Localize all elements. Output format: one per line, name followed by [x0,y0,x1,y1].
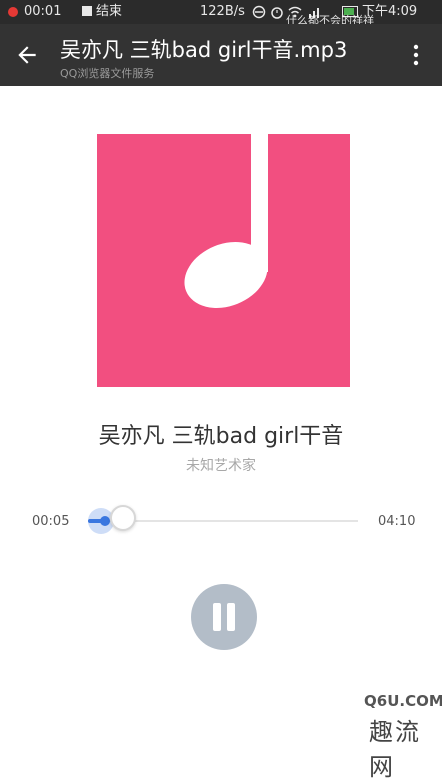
status-net-speed: 122B/s [200,4,245,19]
seek-handle[interactable] [110,505,136,531]
total-time: 04:10 [378,514,416,529]
pause-button[interactable] [191,584,257,650]
file-source: QQ浏览器文件服务 [60,67,155,80]
status-time: 00:01 [24,4,62,19]
more-vertical-icon[interactable] [410,42,422,68]
current-time: 00:05 [32,514,70,529]
artist-name: 未知艺术家 [186,458,256,474]
status-end-label: 结束 [96,4,123,19]
alarm-icon [271,7,283,19]
watermark-domain: Q6U.COM [364,692,442,710]
file-title: 吴亦凡 三轨bad girl干音.mp3 [60,38,348,62]
app-toolbar: 吴亦凡 三轨bad girl干音.mp3 QQ浏览器文件服务 [0,24,442,86]
recording-dot-icon [8,7,18,17]
back-arrow-icon[interactable] [14,42,40,68]
album-art [97,134,350,387]
seek-thumb[interactable] [100,516,110,526]
pause-icon [213,603,221,631]
stop-icon [82,6,92,16]
music-note-icon [184,134,268,308]
song-title: 吴亦凡 三轨bad girl干音 [98,424,344,449]
pause-icon-bar [227,603,235,631]
status-bar: 00:01 结束 122B/s 下午4:09 什么都不会的祥祥 [0,0,442,27]
do-not-disturb-icon [252,5,266,19]
watermark-site-name: 趣流网 [369,718,421,781]
